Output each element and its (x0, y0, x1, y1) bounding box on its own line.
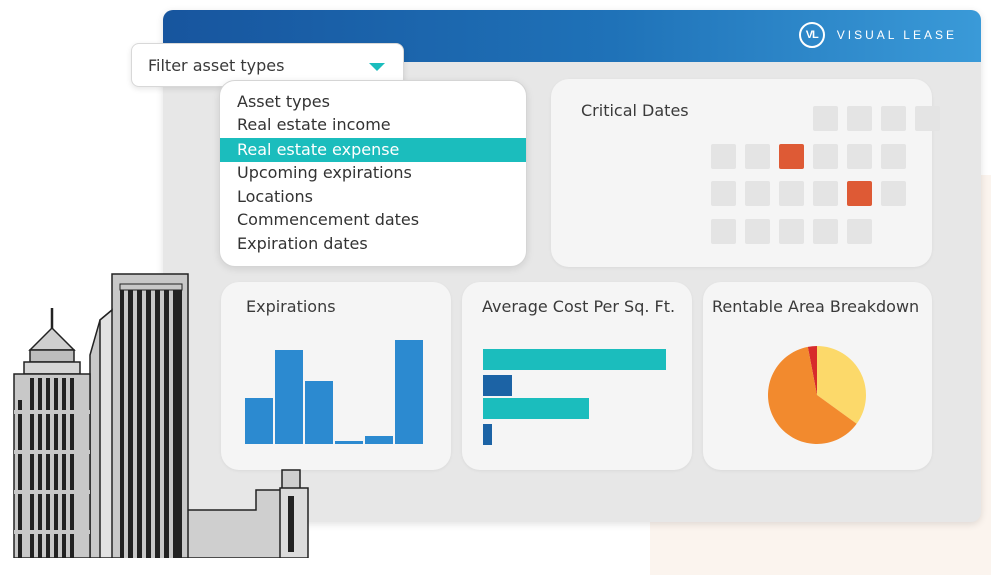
calendar-cell (745, 219, 770, 244)
calendar-cell (915, 106, 940, 131)
filter-label: Filter asset types (148, 56, 285, 75)
calendar-cell (711, 181, 736, 206)
calendar-cell (711, 144, 736, 169)
calendar-cell (847, 144, 872, 169)
menu-item-asset-types[interactable]: Asset types (220, 90, 526, 114)
calendar-cell (745, 181, 770, 206)
calendar-cell-highlighted (779, 144, 804, 169)
city-buildings-illustration (13, 273, 309, 558)
filter-menu: Asset types Real estate income Real esta… (219, 80, 527, 267)
calendar-cell (745, 144, 770, 169)
expirations-bar (335, 441, 363, 444)
calendar-cell (881, 181, 906, 206)
average-cost-card: Average Cost Per Sq. Ft. (462, 282, 692, 470)
menu-item-upcoming-expirations[interactable]: Upcoming expirations (220, 161, 526, 185)
calendar-cell-highlighted (847, 181, 872, 206)
chevron-down-icon[interactable] (369, 63, 385, 71)
calendar-cell (813, 144, 838, 169)
menu-item-expiration-dates[interactable]: Expiration dates (220, 232, 526, 256)
critical-dates-card: Critical Dates (551, 79, 940, 267)
average-cost-bar (483, 424, 492, 445)
menu-item-commencement-dates[interactable]: Commencement dates (220, 208, 526, 232)
critical-dates-title: Critical Dates (581, 101, 689, 120)
calendar-cell (711, 219, 736, 244)
average-cost-bar (483, 349, 666, 370)
menu-item-real-estate-expense[interactable]: Real estate expense (220, 138, 526, 162)
average-cost-bar (483, 398, 589, 419)
expirations-bar (365, 436, 393, 444)
calendar-cell (813, 181, 838, 206)
calendar-cell (881, 106, 906, 131)
calendar-cell (779, 181, 804, 206)
calendar-cell (813, 106, 838, 131)
menu-item-locations[interactable]: Locations (220, 185, 526, 209)
calendar-cell (847, 106, 872, 131)
rentable-area-card: Rentable Area Breakdown (703, 282, 932, 470)
brand: VL VISUAL LEASE (798, 22, 957, 48)
brand-name: VISUAL LEASE (836, 28, 957, 42)
average-cost-title: Average Cost Per Sq. Ft. (482, 297, 676, 316)
visual-lease-logo-icon: VL (798, 22, 825, 48)
menu-item-real-estate-income[interactable]: Real estate income (220, 113, 526, 137)
calendar-cell (813, 219, 838, 244)
expirations-bar (395, 340, 423, 444)
calendar-cell (881, 144, 906, 169)
average-cost-bar (483, 375, 512, 396)
rentable-area-pie-chart (768, 346, 866, 444)
calendar-cell (779, 219, 804, 244)
calendar-cell (847, 219, 872, 244)
